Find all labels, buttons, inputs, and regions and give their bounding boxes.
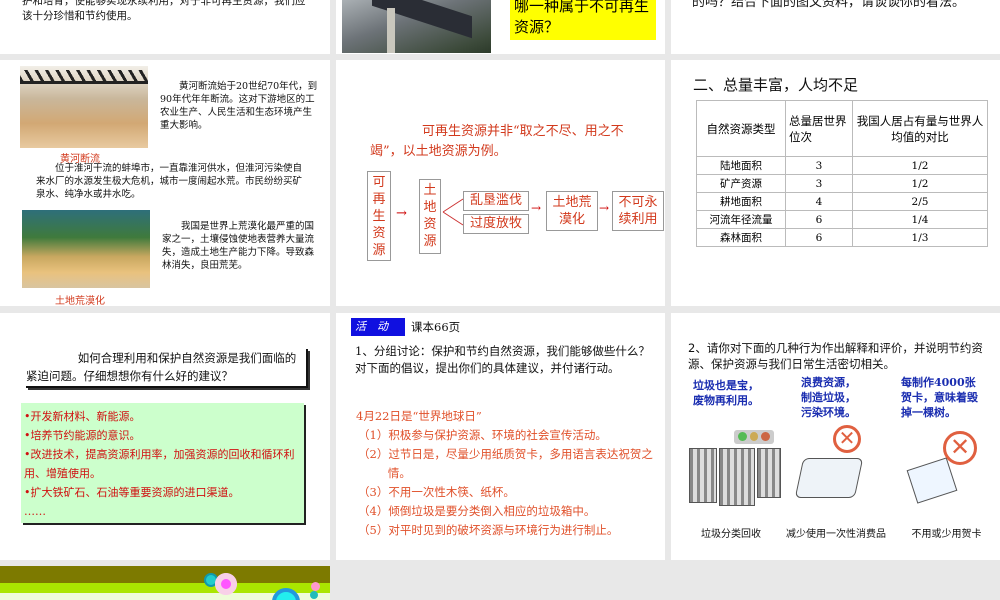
earth-day-title: 4月22日是“世界地球日” — [356, 409, 482, 423]
arrow-icon: → — [531, 201, 542, 215]
proposal-item: （4）倾倒垃圾是要分类倒入相应的垃圾箱中。 — [358, 504, 596, 518]
note-waste: 浪费资源，制造垃圾，污染环境。 — [801, 376, 856, 419]
proposal-item: （5）对平时见到的破坏资源与环境行为进行制止。 — [358, 523, 619, 537]
suggestions-box: •开发新材料、新能源。 •培养节约能源的意识。 •改进技术，提高资源利用率，加强… — [21, 403, 304, 523]
photo-caption: 土地荒漠化 — [55, 296, 105, 306]
table-row: 森林面积 6 1/3 — [696, 228, 988, 247]
table-cell: 3 — [785, 156, 853, 175]
slide-thumbnail-2[interactable]: 哪一种属于不可再生资源？ — [336, 0, 665, 54]
slide-thumbnail-3[interactable]: 的吗？结合下面的图文资料，请谈谈你的看法。 — [671, 0, 1000, 54]
resource-table: 自然资源类型 总量居世界位次 我国人居占有量与世界人均值的对比 陆地面积 3 1/2… — [696, 100, 988, 247]
flow-box-overgrazing: 过度放牧 — [463, 214, 529, 234]
slide-thumbnail-6[interactable]: 二、总量丰富，人均不足 自然资源类型 总量居世界位次 我国人居占有量与世界人均值… — [671, 60, 1000, 306]
slide-text: 的吗？结合下面的图文资料，请谈谈你的看法。 — [692, 0, 966, 10]
table-row: 陆地面积 3 1/2 — [696, 156, 988, 175]
proposal-item: （3）不用一次性木筷、纸杯。 — [358, 485, 515, 499]
slide-thumbnail-8[interactable]: 活 动 课本66页 1、分组讨论：保护和节约自然资源，我们能够做些什么？对下面的… — [336, 313, 665, 560]
arrow-icon: → — [599, 201, 610, 215]
desertification-photo — [22, 210, 150, 288]
slide-text: 护和培育，使能够实现永续利用，对于非可再生资源，我们应该十分珍惜和节约使用。 — [22, 0, 306, 22]
table-cell: 1/2 — [852, 156, 988, 175]
greeting-card-illustration — [906, 457, 958, 504]
proposal-item: （2）过节日是，尽量少用纸质贺卡，多用语言表达祝贺之情。 — [358, 447, 653, 480]
slide-thumbnail-5[interactable]: 可再生资源并非“取之不尽、用之不竭”，以土地资源为例。 可再生资源 → 土地资源… — [336, 60, 665, 306]
table-row: 矿产资源 3 1/2 — [696, 174, 988, 193]
flow-box-overlogging: 乱垦滥伐 — [463, 191, 529, 211]
table-cell: 6 — [785, 228, 853, 247]
suggestion-item: •扩大铁矿石、石油等重要资源的进口渠道。 — [24, 486, 240, 499]
arrow-icon: → — [396, 206, 407, 221]
note-recycle: 垃圾也是宝，废物再利用。 — [693, 379, 759, 407]
question-box: 如何合理利用和保护自然资源是我们面临的紧迫问题。仔细想想你有什么好的建议？ — [26, 349, 308, 388]
activity-badge: 活 动 — [351, 318, 405, 336]
table-header: 我国人居占有量与世界人均值的对比 — [852, 100, 988, 157]
question-box: 哪一种属于不可再生资源？ — [510, 0, 656, 40]
flow-box-unsustainable: 不可永续利用 — [612, 191, 664, 231]
caption: 不用或少用贺卡 — [911, 529, 982, 540]
proposal-item: （1）积极参与保护资源、环境的社会宣传活动。 — [358, 428, 607, 442]
caption: 垃圾分类回收 — [701, 529, 761, 540]
slide-thumbnail-9[interactable]: 2、请你对下面的几种行为作出解释和评价，并说明节约资源、保护资源与我们日常生活密… — [671, 313, 1000, 560]
suggestion-item: •培养节约能源的意识。 — [24, 429, 141, 442]
slide-title: 二、总量丰富，人均不足 — [693, 76, 859, 94]
table-cell: 耕地面积 — [696, 192, 786, 211]
table-cell: 森林面积 — [696, 228, 786, 247]
table-cell: 6 — [785, 210, 853, 229]
branch-arrows — [442, 198, 464, 226]
caption: 减少使用一次性消费品 — [786, 529, 886, 540]
disposables-illustration — [794, 458, 864, 498]
slide-thumbnail-7[interactable]: 如何合理利用和保护自然资源是我们面临的紧迫问题。仔细想想你有什么好的建议？ •开… — [0, 313, 330, 560]
textbook-page: 课本66页 — [411, 320, 461, 334]
table-row: 河流年径流量 6 1/4 — [696, 210, 988, 229]
table-header: 自然资源类型 — [696, 100, 786, 157]
yellow-river-photo — [20, 66, 148, 148]
flow-box-desertification: 土地荒漠化 — [546, 191, 598, 231]
table-cell: 1/2 — [852, 174, 988, 193]
solar-panel-photo — [342, 0, 491, 53]
prohibited-icon: ✕ — [943, 431, 977, 465]
intro-text: 可再生资源并非“取之不尽、用之不竭”，以土地资源为例。 — [370, 124, 624, 159]
flow-box-land: 土地资源 — [419, 179, 441, 254]
task-text: 2、请你对下面的几种行为作出解释和评价，并说明节约资源、保护资源与我们日常生活密… — [688, 341, 983, 371]
recycling-bins-illustration — [689, 448, 781, 506]
circle-decoration — [215, 573, 237, 595]
circle-decoration — [310, 591, 318, 599]
circle-decoration — [311, 582, 320, 591]
table-cell: 河流年径流量 — [696, 210, 786, 229]
table-row: 耕地面积 4 2/5 — [696, 192, 988, 211]
suggestion-item: •开发新材料、新能源。 — [24, 410, 141, 423]
task-text: 1、分组讨论：保护和节约自然资源，我们能够做些什么？对下面的倡议，提出你们的具体… — [355, 344, 650, 375]
table-header-row: 自然资源类型 总量居世界位次 我国人居占有量与世界人均值的对比 — [696, 100, 988, 157]
suggestion-item: •改进技术，提高资源利用率，加强资源的回收和循环利用、增殖使用。 — [24, 448, 295, 480]
proposal-list: （1）积极参与保护资源、环境的社会宣传活动。 （2）过节日是，尽量少用纸质贺卡，… — [358, 426, 658, 540]
paragraph: 黄河断流始于20世纪70年代，到90年代年年断流。这对下游地区的工农业生产、人民… — [160, 81, 318, 131]
suggestion-item: …… — [24, 505, 46, 518]
table-cell: 1/4 — [852, 210, 988, 229]
table-cell: 3 — [785, 174, 853, 193]
slide-thumbnail-1[interactable]: 护和培育，使能够实现永续利用，对于非可再生资源，我们应该十分珍惜和节约使用。 — [0, 0, 330, 54]
decorative-band — [0, 566, 330, 583]
table-cell: 4 — [785, 192, 853, 211]
table-cell: 陆地面积 — [696, 156, 786, 175]
paragraph: 我国是世界上荒漠化最严重的国家之一，土壤侵蚀使地表营养大量流失，造成土地生产能力… — [162, 221, 315, 271]
paragraph: 位于淮河干流的蚌埠市，一直靠淮河供水，但淮河污染使自来水厂的水源发生极大危机，城… — [36, 163, 303, 200]
traffic-light-icon — [734, 430, 774, 444]
table-cell: 矿产资源 — [696, 174, 786, 193]
prohibited-icon: ✕ — [833, 425, 861, 453]
slide-thumbnail-10[interactable] — [0, 566, 330, 600]
table-cell: 1/3 — [852, 228, 988, 247]
table-cell: 2/5 — [852, 192, 988, 211]
slide-thumbnail-4[interactable]: 黄河断流 黄河断流始于20世纪70年代，到90年代年年断流。这对下游地区的工农业… — [0, 60, 330, 306]
note-cards: 每制作4000张贺卡，意味着毁掉一棵树。 — [901, 376, 978, 419]
flow-box-renewable: 可再生资源 — [367, 171, 391, 261]
table-header: 总量居世界位次 — [785, 100, 853, 157]
